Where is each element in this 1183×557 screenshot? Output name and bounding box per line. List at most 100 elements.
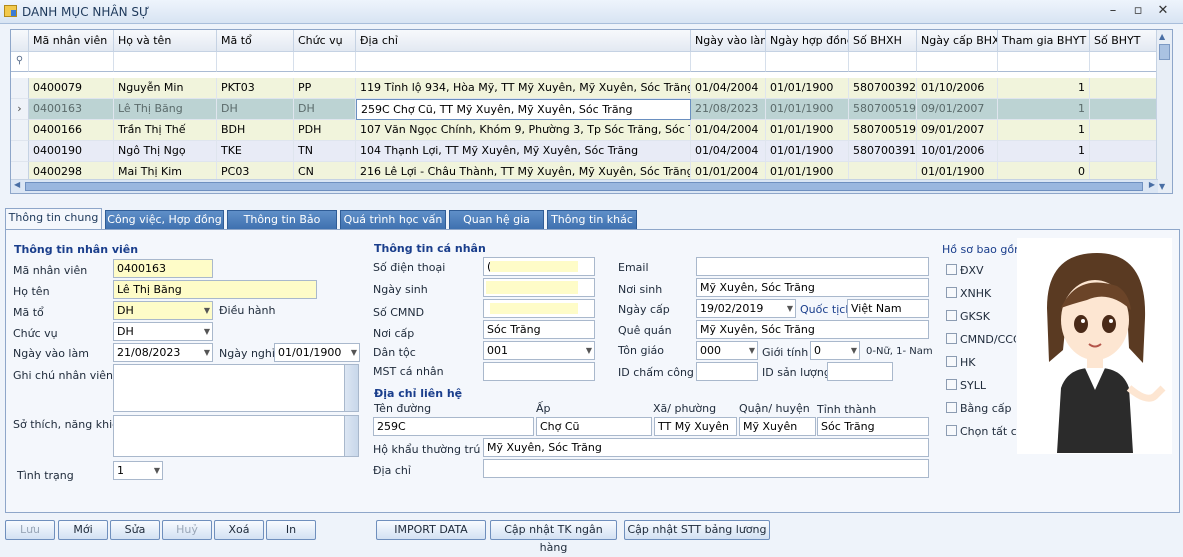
grid-cell-ncbhxh[interactable]: 10/01/2006	[917, 141, 998, 162]
dropdown-arrow-icon[interactable]: ▼	[749, 342, 755, 359]
tinh-trang-select[interactable]: 1 ▼	[113, 461, 163, 480]
ghi-chu-textarea[interactable]	[113, 364, 359, 412]
grid-cell-bhxh[interactable]: 5807005198	[849, 99, 917, 120]
gioi-tinh-select[interactable]: 0 ▼	[810, 341, 860, 360]
filter-cell[interactable]	[29, 52, 114, 72]
dropdown-arrow-icon[interactable]: ▼	[787, 300, 793, 317]
tab-thong-tin-chung[interactable]: Thông tin chung	[5, 208, 102, 230]
employee-grid[interactable]: Mã nhân viên Họ và tên Mã tổ Chức vụ Địa…	[10, 29, 1173, 194]
grid-cell-ten[interactable]: Ngô Thị Ngọ	[114, 141, 217, 162]
chk-dxv[interactable]	[946, 264, 957, 275]
filter-cell[interactable]	[114, 52, 217, 72]
so-thich-textarea[interactable]	[113, 415, 359, 457]
chk-syll[interactable]	[946, 379, 957, 390]
grid-cell-to[interactable]: TKE	[217, 141, 294, 162]
filter-icon[interactable]: ⚲	[11, 52, 29, 72]
que-quan-input[interactable]: Mỹ Xuyên, Sóc Trăng	[696, 320, 929, 339]
dropdown-arrow-icon[interactable]: ▼	[204, 323, 210, 340]
grid-cell-sobhyt[interactable]	[1090, 120, 1158, 141]
scroll-down-icon[interactable]: ▼	[1159, 182, 1165, 191]
filter-cell[interactable]	[691, 52, 766, 72]
email-input[interactable]	[696, 257, 929, 276]
id-san-luong-input[interactable]	[827, 362, 893, 381]
xa-input[interactable]: TT Mỹ Xuyên	[654, 417, 737, 436]
chk-chon-tat-ca[interactable]	[946, 425, 957, 436]
grid-cell-dc[interactable]: 104 Thạnh Lợi, TT Mỹ Xuyên, Mỹ Xuyên, Só…	[356, 141, 691, 162]
ton-giao-select[interactable]: 000 ▼	[696, 341, 758, 360]
update-payroll-order-button[interactable]: Cập nhật STT bảng lương	[624, 520, 770, 540]
filter-cell[interactable]	[294, 52, 356, 72]
grid-cell-bhxh[interactable]: 5807005199	[849, 120, 917, 141]
grid-cell-ma[interactable]: 0400190	[29, 141, 114, 162]
grid-cell-nvl[interactable]: 01/04/2004	[691, 78, 766, 99]
grid-cell-ma[interactable]: 0400166	[29, 120, 114, 141]
quan-input[interactable]: Mỹ Xuyên	[739, 417, 816, 436]
dropdown-arrow-icon[interactable]: ▼	[204, 302, 210, 319]
grid-cell-nvl[interactable]: 01/04/2004	[691, 141, 766, 162]
dropdown-arrow-icon[interactable]: ▼	[586, 342, 592, 359]
filter-cell[interactable]	[766, 52, 849, 72]
tab-thong-tin-khac[interactable]: Thông tin khác	[547, 210, 637, 230]
memo-scrollbar[interactable]	[344, 365, 358, 411]
grid-cell-bhyt[interactable]: 1	[998, 78, 1090, 99]
col-header-nhd[interactable]: Ngày hợp đồng	[766, 30, 849, 52]
scroll-left-icon[interactable]: ◀	[14, 180, 20, 189]
col-header-ncbhxh[interactable]: Ngày cấp BHXH	[917, 30, 998, 52]
grid-cell-nhd[interactable]: 01/01/1900	[766, 141, 849, 162]
quoc-tich-input[interactable]: Việt Nam	[847, 299, 929, 318]
col-header-cv[interactable]: Chức vụ	[294, 30, 356, 52]
chk-gksk[interactable]	[946, 310, 957, 321]
ho-ten-input[interactable]: Lê Thị Băng	[113, 280, 317, 299]
grid-cell-to[interactable]: BDH	[217, 120, 294, 141]
row-indicator[interactable]: ›	[11, 99, 29, 120]
grid-cell-ma[interactable]: 0400163	[29, 99, 114, 120]
scroll-right-icon[interactable]: ▶	[1149, 180, 1155, 189]
row-indicator[interactable]	[11, 141, 29, 162]
grid-cell-nvl[interactable]: 01/04/2004	[691, 120, 766, 141]
grid-cell-bhyt[interactable]: 1	[998, 99, 1090, 120]
ngay-sinh-input[interactable]	[483, 278, 595, 297]
col-header-dc[interactable]: Địa chỉ	[356, 30, 691, 52]
col-header-to[interactable]: Mã tổ	[217, 30, 294, 52]
import-data-button[interactable]: IMPORT DATA	[376, 520, 486, 540]
dien-thoai-input[interactable]: (	[483, 257, 595, 276]
minimize-button[interactable]: –	[1102, 2, 1124, 20]
dropdown-arrow-icon[interactable]: ▼	[851, 342, 857, 359]
col-header-ten[interactable]: Họ và tên	[114, 30, 217, 52]
grid-cell-to[interactable]: PKT03	[217, 78, 294, 99]
col-header-thambhyt[interactable]: Tham gia BHYT	[998, 30, 1090, 52]
grid-cell-ncbhxh[interactable]: 09/01/2007	[917, 120, 998, 141]
tab-gia-dinh[interactable]: Quan hệ gia đình	[449, 210, 544, 244]
grid-cell-to[interactable]: DH	[217, 99, 294, 120]
chk-bang-cap[interactable]	[946, 402, 957, 413]
restore-button[interactable]: ▫	[1127, 2, 1149, 20]
grid-horizontal-scrollbar[interactable]: ◀ ▶	[11, 179, 1158, 193]
chk-hk[interactable]	[946, 356, 957, 367]
cancel-button[interactable]: Huỷ	[162, 520, 212, 540]
close-button[interactable]: ✕	[1152, 2, 1174, 20]
tinh-input[interactable]: Sóc Trăng	[817, 417, 929, 436]
ma-to-select[interactable]: DH ▼	[113, 301, 213, 320]
employee-photo[interactable]	[1017, 238, 1172, 454]
dia-chi-input[interactable]	[483, 459, 929, 478]
ngay-nghi-input[interactable]: 01/01/1900 ▼	[274, 343, 360, 362]
grid-cell-bhxh[interactable]: 5807003920	[849, 78, 917, 99]
grid-cell-ten[interactable]: Lê Thị Băng	[114, 99, 217, 120]
noi-cap-input[interactable]: Sóc Trăng	[483, 320, 595, 339]
filter-cell[interactable]	[849, 52, 917, 72]
filter-cell[interactable]	[998, 52, 1090, 72]
print-button[interactable]: In	[266, 520, 316, 540]
grid-cell-nhd[interactable]: 01/01/1900	[766, 78, 849, 99]
dan-toc-select[interactable]: 001 ▼	[483, 341, 595, 360]
col-header-bhxh[interactable]: Số BHXH	[849, 30, 917, 52]
grid-cell-ten[interactable]: Trần Thị Thế	[114, 120, 217, 141]
new-button[interactable]: Mới	[58, 520, 108, 540]
dropdown-arrow-icon[interactable]: ▼	[204, 344, 210, 361]
grid-cell-cv[interactable]: DH	[294, 99, 356, 120]
hscroll-thumb[interactable]	[25, 182, 1143, 191]
tab-hoc-van[interactable]: Quá trình học vấn	[340, 210, 446, 230]
delete-button[interactable]: Xoá	[214, 520, 264, 540]
grid-cell-dc[interactable]: 119 Tỉnh lộ 934, Hòa Mỹ, TT Mỹ Xuyên, Mỹ…	[356, 78, 691, 99]
grid-cell-nvl[interactable]: 21/08/2023	[691, 99, 766, 120]
update-bank-account-button[interactable]: Cập nhật TK ngân hàng	[490, 520, 617, 554]
